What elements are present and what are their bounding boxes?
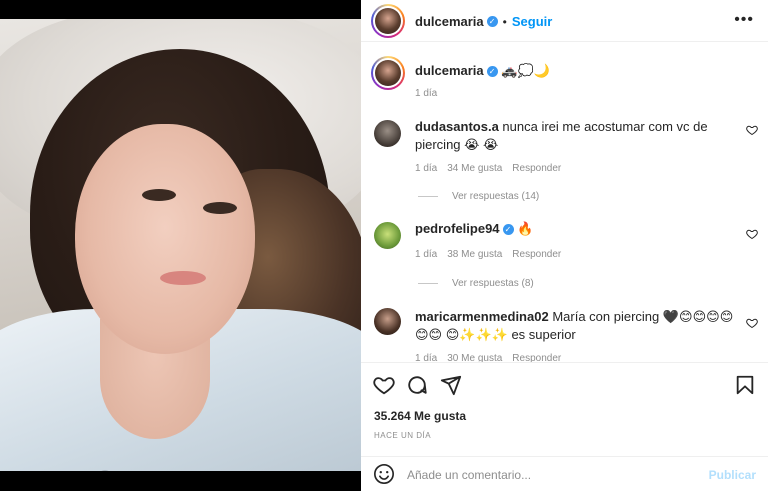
header-separator: • xyxy=(502,15,507,29)
emoji-icon[interactable] xyxy=(373,463,395,485)
author-avatar[interactable] xyxy=(371,4,405,38)
caption-time: 1 día xyxy=(415,88,438,99)
comment-text: pedrofelipe94 ✓ 🔥 xyxy=(415,220,740,238)
view-replies-button[interactable]: Ver respuestas (8) xyxy=(418,278,534,289)
post-time[interactable]: HACE UN DÍA xyxy=(374,431,431,440)
comment-reply-button[interactable]: Responder xyxy=(512,249,561,260)
bookmark-icon[interactable] xyxy=(734,374,756,396)
photo-eye-right xyxy=(203,202,237,214)
post-actions: 35.264 Me gusta HACE UN DÍA Añade un com… xyxy=(361,362,768,491)
caption-text: dulcemaria ✓ 🚓💭🌙 xyxy=(415,62,740,80)
comments-list[interactable]: dulcemaria ✓ 🚓💭🌙 1 día dudasantos.a nunca… xyxy=(361,56,768,362)
comment-avatar[interactable] xyxy=(374,222,401,249)
verified-badge-icon: ✓ xyxy=(486,66,498,78)
comment-likes[interactable]: 30 Me gusta xyxy=(447,353,502,362)
heart-icon[interactable] xyxy=(373,374,395,396)
comment-text: maricarmenmedina02 María con piercing 🖤😊… xyxy=(415,308,740,344)
comment-username[interactable]: maricarmenmedina02 xyxy=(415,309,549,324)
post-photo[interactable] xyxy=(0,19,361,471)
comment-like-heart-icon[interactable] xyxy=(746,317,758,329)
comment-reply-button[interactable]: Responder xyxy=(512,353,561,362)
comment-likes[interactable]: 34 Me gusta xyxy=(447,163,502,174)
comment-meta: 1 día 38 Me gusta Responder xyxy=(415,249,571,260)
comment-avatar[interactable] xyxy=(374,120,401,147)
comment-username[interactable]: pedrofelipe94 xyxy=(415,221,500,236)
replies-line xyxy=(418,282,438,284)
publish-button[interactable]: Publicar xyxy=(709,468,756,482)
verified-badge-icon: ✓ xyxy=(502,224,514,236)
caption-content: 🚓💭🌙 xyxy=(501,63,550,78)
photo-lips xyxy=(160,271,206,285)
view-replies-label: Ver respuestas (14) xyxy=(452,191,540,202)
view-replies-label: Ver respuestas (8) xyxy=(452,278,534,289)
comment-text: dudasantos.a nunca irei me acostumar com… xyxy=(415,118,740,154)
share-icon[interactable] xyxy=(440,374,462,396)
follow-button[interactable]: Seguir xyxy=(512,14,552,29)
view-replies-button[interactable]: Ver respuestas (14) xyxy=(418,191,539,202)
comment-time: 1 día xyxy=(415,353,438,362)
post-header: dulcemaria ✓ • Seguir ••• xyxy=(361,0,768,42)
likes-count[interactable]: 35.264 Me gusta xyxy=(374,409,466,423)
post-sidebar: dulcemaria ✓ • Seguir ••• dulcemaria ✓ 🚓💭🌙 1… xyxy=(361,0,768,491)
comment-icon[interactable] xyxy=(406,374,428,396)
comment-meta: 1 día 34 Me gusta Responder xyxy=(415,163,571,174)
more-options-icon[interactable]: ••• xyxy=(734,11,754,29)
author-username[interactable]: dulcemaria xyxy=(415,14,484,29)
replies-line xyxy=(418,195,438,197)
comment-avatar[interactable] xyxy=(374,308,401,335)
add-comment-bar: Añade un comentario... Publicar xyxy=(361,456,768,491)
comment-reply-button[interactable]: Responder xyxy=(512,163,561,174)
post-photo-panel xyxy=(0,0,361,491)
comment-username[interactable]: dudasantos.a xyxy=(415,119,499,134)
comment-like-heart-icon[interactable] xyxy=(746,124,758,136)
photo-face xyxy=(75,124,255,354)
comment-time: 1 día xyxy=(415,163,438,174)
verified-badge-icon: ✓ xyxy=(486,16,498,28)
caption-username[interactable]: dulcemaria xyxy=(415,63,484,78)
comment-time: 1 día xyxy=(415,249,438,260)
header-user-line: dulcemaria ✓ • Seguir xyxy=(415,13,552,31)
comment-like-heart-icon[interactable] xyxy=(746,228,758,240)
photo-eye-left xyxy=(142,189,176,201)
comment-content: 🔥 xyxy=(517,221,534,236)
comment-input[interactable]: Añade un comentario... xyxy=(407,468,531,482)
comment-likes[interactable]: 38 Me gusta xyxy=(447,249,502,260)
comment-meta: 1 día 30 Me gusta Responder xyxy=(415,353,571,362)
caption-avatar[interactable] xyxy=(371,56,405,90)
